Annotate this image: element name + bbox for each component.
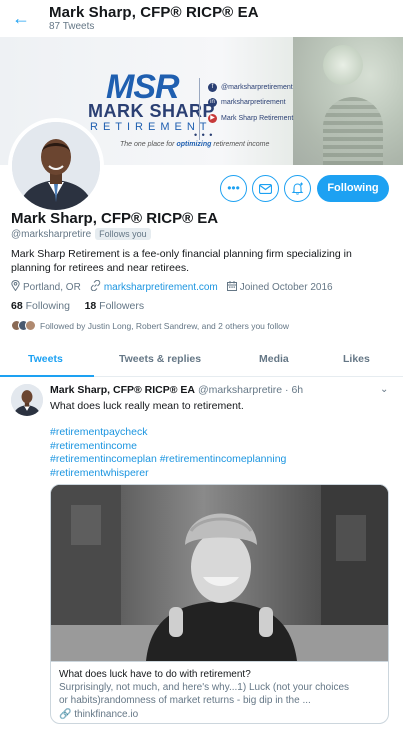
banner-social-youtube: ▶ Mark Sharp Retirement (208, 114, 293, 123)
profile-avatar[interactable] (8, 118, 104, 214)
more-options-button[interactable]: ••• (220, 175, 247, 202)
followers-count-link[interactable]: 18 Followers (85, 300, 145, 312)
profile-handle: @marksharpretire Follows you (11, 228, 151, 240)
linkedin-icon: in (208, 98, 217, 107)
profile-website-link[interactable]: marksharpretirement.com (104, 282, 218, 293)
followers-you-know-avatars (11, 320, 36, 331)
facebook-icon: f (208, 83, 217, 92)
handle-text: @marksharpretire (11, 229, 92, 240)
profile-bio: Mark Sharp Retirement is a fee-only fina… (11, 248, 352, 274)
card-title: What does luck have to do with retiremen… (59, 669, 251, 680)
banner-social-linkedin: in marksharpretirement (208, 98, 286, 107)
profile-meta: Portland, OR marksharpretirement.com Joi… (11, 279, 333, 294)
link-preview-card[interactable]: What does luck have to do with retiremen… (50, 484, 389, 724)
tweet-text: What does luck really mean to retirement… (50, 400, 244, 412)
bell-plus-icon (291, 182, 304, 195)
banner-logo-initials: MSR (106, 68, 180, 106)
tweet-hashtags: #retirementpaycheck #retirementincome #r… (50, 426, 286, 480)
youtube-icon: ▶ (208, 114, 217, 123)
tab-media[interactable]: Media (259, 353, 289, 365)
hashtag-link[interactable]: #retirementincomeplan #retirementincomep… (50, 453, 286, 467)
message-button[interactable] (252, 175, 279, 202)
follows-you-badge: Follows you (95, 228, 151, 240)
tweet-author-avatar[interactable] (11, 384, 43, 416)
card-description-line-2: or habits)randomness of market returns -… (59, 695, 311, 706)
banner-logo-name: MARK SHARP (88, 101, 216, 121)
envelope-icon (258, 183, 273, 195)
notifications-button[interactable] (284, 175, 311, 202)
banner-tagline: The one place for optimizing retirement … (120, 141, 270, 148)
location-pin-icon (11, 279, 20, 294)
chevron-down-icon[interactable]: ⌄ (380, 384, 388, 395)
tweet[interactable]: Mark Sharp, CFP® RICP® EA @marksharpreti… (0, 378, 403, 733)
back-arrow-icon[interactable]: ← (10, 8, 32, 28)
profile-joined-date: Joined October 2016 (239, 281, 333, 293)
follow-counts: 68 Following 18 Followers (11, 300, 144, 312)
banner-plant-image (323, 45, 363, 85)
avatar (25, 320, 36, 331)
link-icon (90, 279, 101, 294)
tweet-header: Mark Sharp, CFP® RICP® EA @marksharpreti… (50, 384, 303, 396)
tab-tweets-replies[interactable]: Tweets & replies (119, 353, 201, 365)
card-description-line-1: Surprisingly, not much, and here's why..… (59, 682, 350, 693)
tweet-author-name[interactable]: Mark Sharp, CFP® RICP® EA (50, 384, 195, 396)
banner-dots: • • • (194, 130, 214, 140)
active-tab-indicator (0, 375, 94, 377)
link-icon: 🔗 (59, 709, 72, 720)
followed-by[interactable]: Followed by Justin Long, Robert Sandrew,… (11, 320, 289, 331)
followed-by-text: Followed by Justin Long, Robert Sandrew,… (40, 320, 290, 331)
top-bar: ← Mark Sharp, CFP® RICP® EA 87 Tweets (0, 0, 403, 37)
card-body: What does luck have to do with retiremen… (51, 661, 388, 723)
following-button[interactable]: Following (317, 175, 389, 202)
following-count-link[interactable]: 68 Following (11, 300, 70, 312)
banner-coin-stack (323, 97, 383, 165)
header-title: Mark Sharp, CFP® RICP® EA (49, 4, 259, 21)
hashtag-link[interactable]: #retirementwhisperer (50, 467, 286, 481)
tab-tweets[interactable]: Tweets (28, 353, 63, 365)
card-domain: 🔗 thinkfinance.io (59, 709, 139, 720)
hashtag-link[interactable]: #retirementpaycheck (50, 426, 286, 440)
tab-likes[interactable]: Likes (343, 353, 370, 365)
tweet-count: 87 Tweets (49, 21, 95, 32)
hashtag-link[interactable]: #retirementincome (50, 440, 286, 454)
tweet-handle-time: @marksharpretire · 6h (197, 384, 304, 396)
profile-location: Portland, OR (23, 281, 81, 293)
profile-tabs: Tweets Tweets & replies Media Likes (0, 341, 403, 377)
banner-social-facebook: f @marksharpretirement (208, 83, 293, 92)
card-image (51, 485, 388, 661)
calendar-icon (226, 280, 237, 294)
profile-name: Mark Sharp, CFP® RICP® EA (11, 210, 219, 227)
